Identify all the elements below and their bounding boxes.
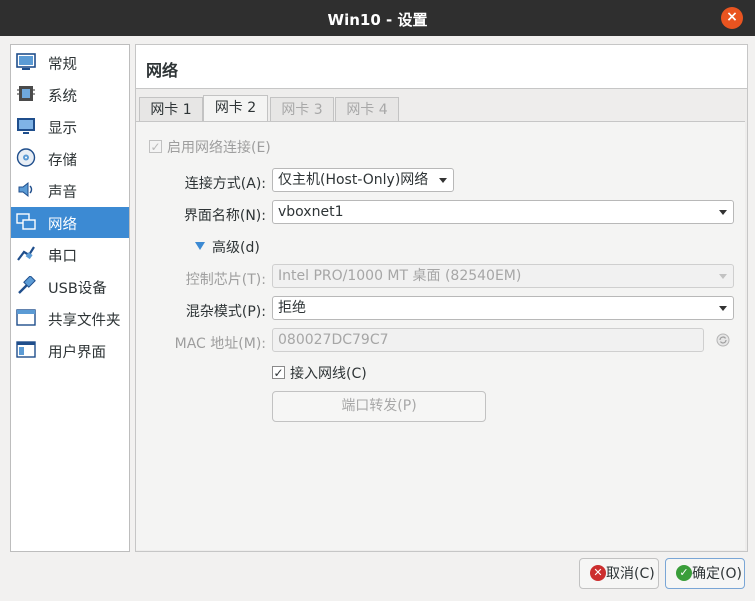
mac-label: MAC 地址(M):: [174, 336, 266, 352]
adapter-type-value: Intel PRO/1000 MT 桌面 (82540EM): [278, 268, 522, 284]
sidebar-item-display[interactable]: 显示: [11, 111, 129, 142]
settings-sidebar: 常规 系统 显示 存储 声音 网络 串口 USB设备 共享文件夹 用户界面: [10, 44, 130, 552]
chevron-down-icon: [439, 178, 447, 183]
name-label: 界面名称(N):: [183, 208, 266, 224]
promiscuous-select[interactable]: 拒绝: [272, 296, 734, 320]
page-header: 网络: [136, 45, 747, 89]
ok-button[interactable]: ✓ 确定(O): [665, 558, 745, 589]
enable-adapter-label: 启用网络连接(E): [167, 140, 271, 156]
sidebar-item-label: 显示: [48, 121, 77, 137]
tab-adapter-2[interactable]: 网卡 2: [203, 95, 268, 122]
tab-adapter-3: 网卡 3: [270, 97, 334, 122]
sidebar-item-label: 系统: [48, 89, 77, 105]
shared-folder-icon: [16, 309, 36, 326]
name-value: vboxnet1: [278, 204, 344, 220]
attached-to-select[interactable]: 仅主机(Host-Only)网络: [272, 168, 454, 192]
serial-port-icon: [17, 246, 35, 261]
tab-adapter-4: 网卡 4: [335, 97, 399, 122]
close-icon[interactable]: ×: [721, 7, 743, 29]
cable-connected-checkbox[interactable]: ✓: [272, 366, 285, 379]
ok-label: 确定(O): [692, 566, 742, 582]
sidebar-item-shared-folders[interactable]: 共享文件夹: [11, 303, 129, 334]
chevron-down-icon: [719, 274, 727, 279]
cancel-icon: ✕: [590, 565, 606, 581]
cancel-button[interactable]: ✕ 取消(C): [579, 558, 659, 589]
usb-icon: [18, 276, 36, 294]
sidebar-item-label: 存储: [48, 153, 77, 169]
storage-icon: [16, 148, 36, 167]
system-icon: [17, 86, 35, 101]
sidebar-item-label: 串口: [48, 249, 77, 265]
audio-icon: [18, 181, 33, 198]
sidebar-item-network[interactable]: 网络: [11, 207, 129, 238]
attached-to-label: 连接方式(A):: [184, 176, 266, 192]
network-icon: [16, 213, 36, 230]
sidebar-item-serial-port[interactable]: 串口: [11, 239, 129, 270]
tab-adapter-1[interactable]: 网卡 1: [139, 97, 203, 122]
adapter-panel: ✓ 启用网络连接(E) 连接方式(A): 仅主机(Host-Only)网络 界面…: [136, 121, 745, 550]
title-bar: Win10 - 设置 ×: [0, 0, 755, 36]
sidebar-item-label: 声音: [48, 185, 77, 201]
enable-adapter-checkbox: ✓: [149, 140, 162, 154]
ok-icon: ✓: [676, 565, 692, 581]
cancel-label: 取消(C): [606, 566, 655, 582]
sidebar-item-label: 用户界面: [48, 345, 106, 361]
sidebar-item-system[interactable]: 系统: [11, 79, 129, 110]
window-title: Win10 - 设置: [327, 11, 428, 29]
settings-page: 网络 网卡 1 网卡 2 网卡 3 网卡 4 ✓ 启用网络连接(E) 连接方式(…: [135, 44, 748, 552]
sidebar-item-label: 常规: [48, 57, 77, 73]
port-forwarding-button: 端口转发(P): [272, 391, 486, 422]
advanced-toggle[interactable]: 高级(d): [195, 237, 285, 257]
mac-field: 080027DC79C7: [272, 328, 704, 352]
sidebar-item-storage[interactable]: 存储: [11, 143, 129, 174]
sidebar-item-general[interactable]: 常规: [11, 47, 129, 78]
promiscuous-label: 混杂模式(P):: [185, 304, 266, 320]
sidebar-item-usb[interactable]: USB设备: [11, 271, 129, 302]
chevron-down-icon: [719, 306, 727, 311]
sidebar-item-label: 共享文件夹: [48, 313, 121, 329]
refresh-mac-icon: [716, 333, 730, 347]
sidebar-item-label: 网络: [48, 217, 77, 233]
adapter-type-label: 控制芯片(T):: [185, 272, 266, 288]
triangle-down-icon: [195, 242, 205, 250]
sidebar-item-label: USB设备: [48, 281, 107, 297]
sidebar-item-audio[interactable]: 声音: [11, 175, 129, 206]
promiscuous-value: 拒绝: [278, 300, 306, 316]
attached-to-value: 仅主机(Host-Only)网络: [278, 172, 429, 188]
display-icon: [17, 118, 35, 134]
page-title: 网络: [146, 61, 179, 80]
sidebar-item-user-interface[interactable]: 用户界面: [11, 335, 129, 366]
chevron-down-icon: [719, 210, 727, 215]
user-interface-icon: [16, 341, 36, 358]
adapter-type-select: Intel PRO/1000 MT 桌面 (82540EM): [272, 264, 734, 288]
name-select[interactable]: vboxnet1: [272, 200, 734, 224]
mac-value: 080027DC79C7: [278, 332, 389, 348]
cable-connected-label: 接入网线(C): [290, 366, 367, 382]
advanced-label: 高级(d): [212, 240, 260, 256]
general-icon: [16, 53, 36, 70]
